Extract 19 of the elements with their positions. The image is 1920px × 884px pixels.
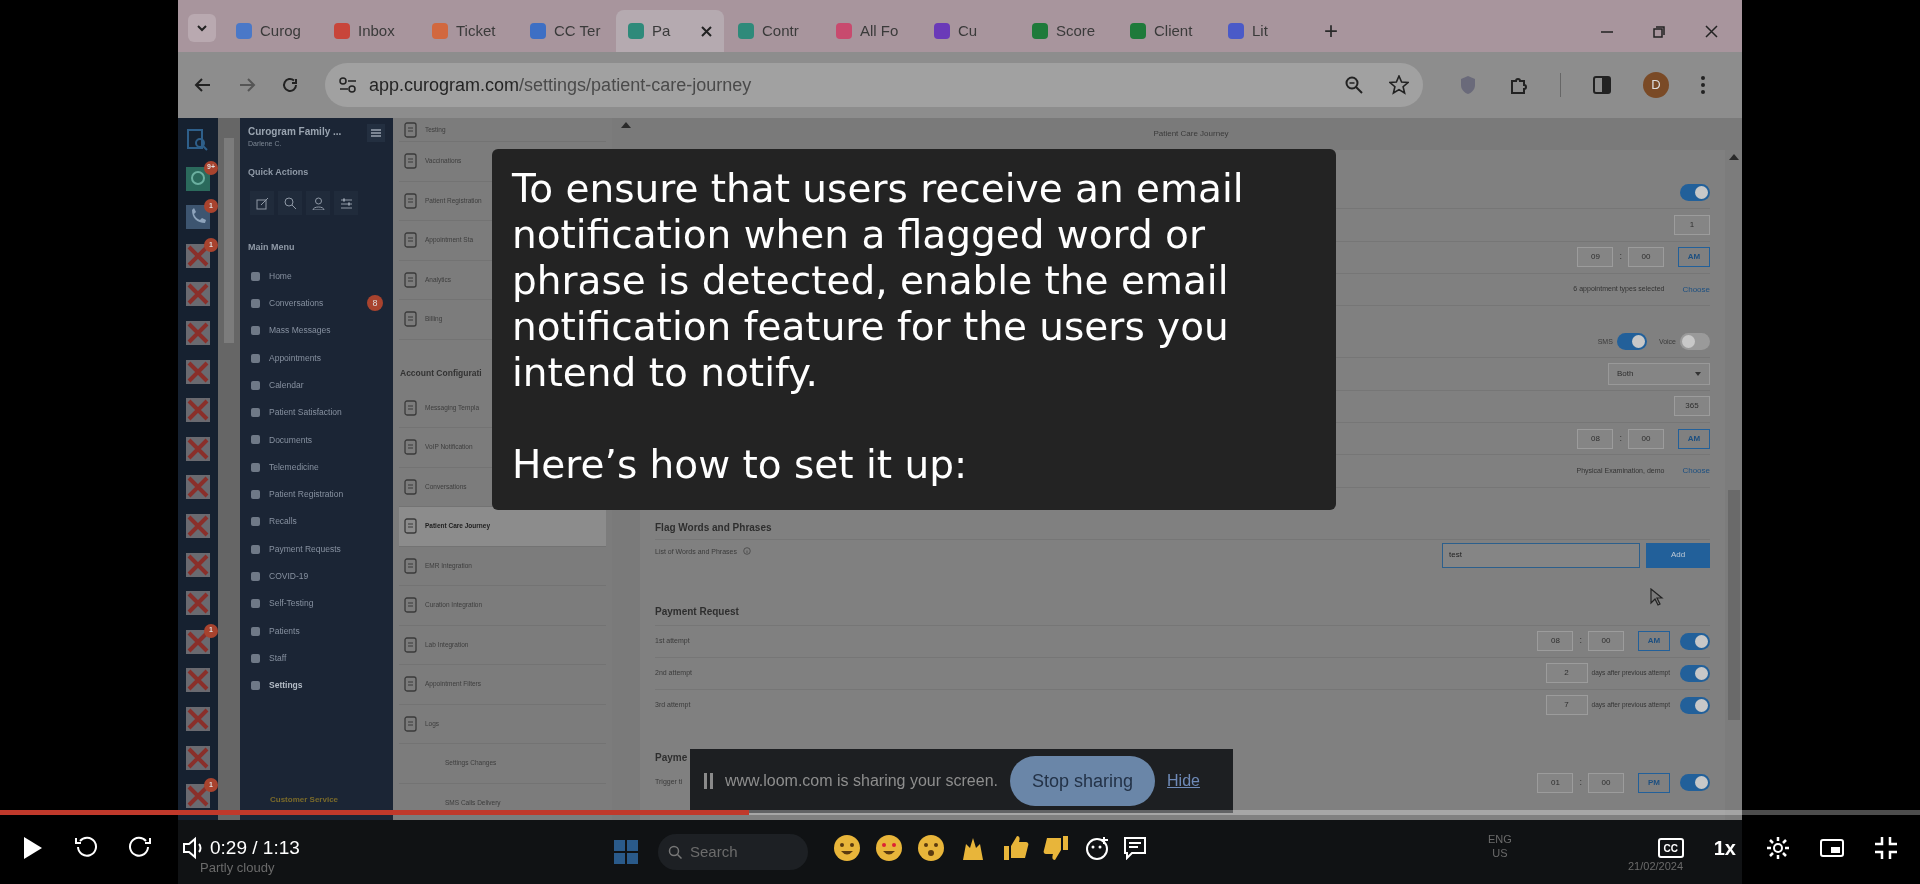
section-title: Main Menu bbox=[248, 241, 296, 254]
time-separator: : bbox=[1579, 634, 1582, 648]
caption-text: Here’s how to set it up: bbox=[512, 442, 969, 488]
caption-text: To ensure that users receive an email notification when a flagged word or phrase is detected, enable the email notification feature for the users you intend to notify. bbox=[512, 166, 1245, 396]
url-text: app.curogram.com/settings/patient-care-journey bbox=[369, 73, 752, 97]
section-heading: Account Configurati bbox=[400, 366, 482, 380]
playback-time: 0:29 / 1:13 bbox=[210, 835, 300, 860]
section-title: Quick Actions bbox=[248, 165, 310, 179]
count-badge: 8 bbox=[367, 295, 383, 312]
taskbar-date: 21/02/2024 bbox=[1628, 859, 1684, 874]
organization-name: Curogram Family ... bbox=[248, 125, 342, 139]
time-separator: : bbox=[1619, 250, 1622, 264]
time-separator: : bbox=[1579, 775, 1582, 789]
section-heading: Payme bbox=[655, 750, 689, 765]
section-heading: Flag Words and Phrases bbox=[655, 520, 773, 535]
section-heading: Payment Request bbox=[655, 604, 740, 619]
share-message: www.loom.com is sharing your screen. bbox=[725, 771, 998, 791]
time-separator: : bbox=[1619, 431, 1622, 445]
weather-text: Partly cloudy bbox=[200, 859, 275, 877]
